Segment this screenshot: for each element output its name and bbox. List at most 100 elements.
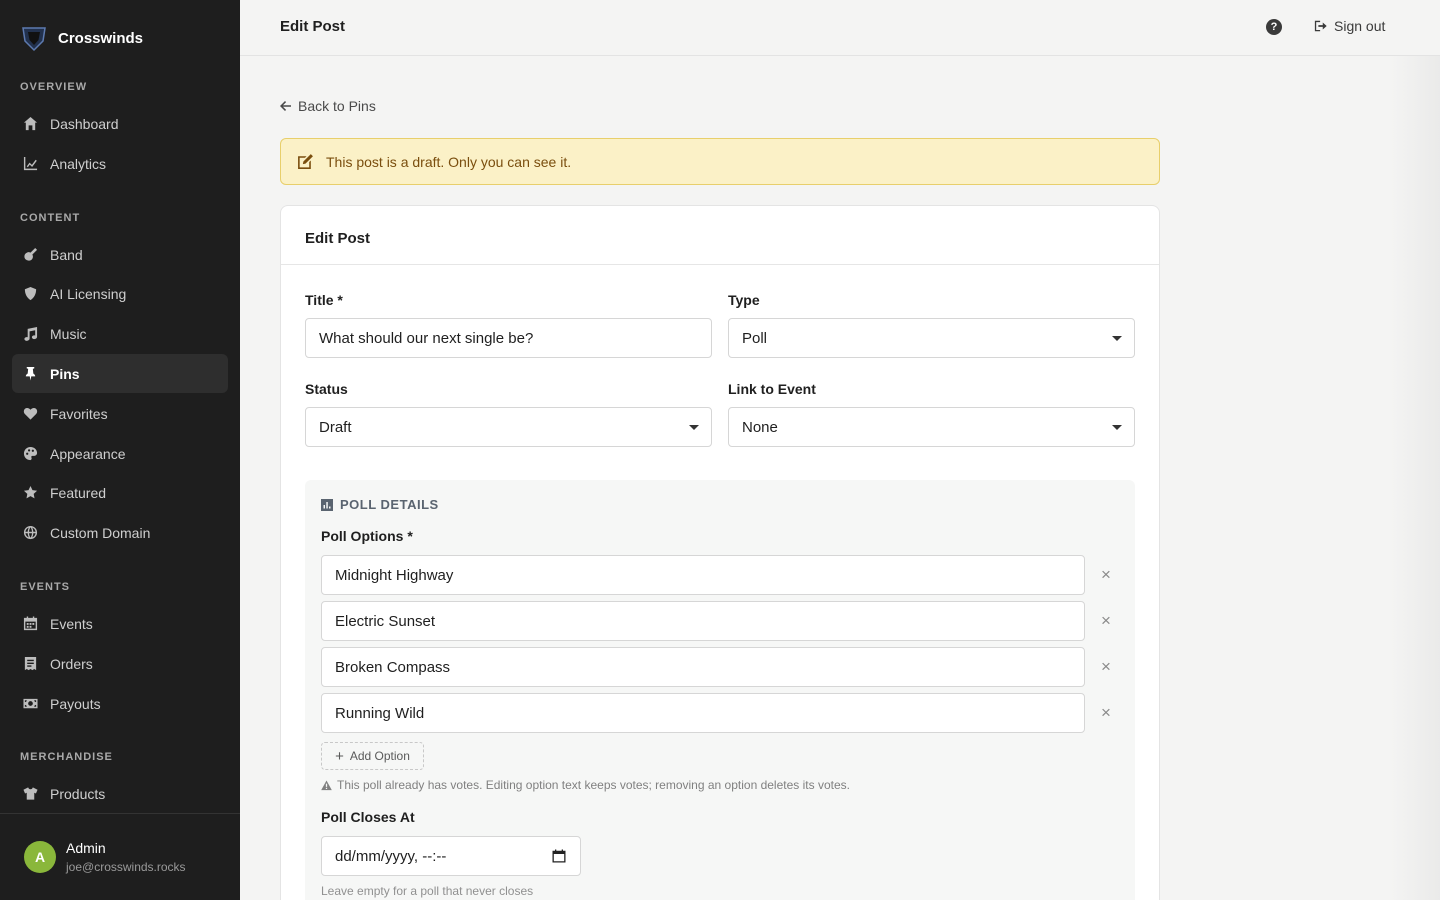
palette-icon xyxy=(22,446,38,462)
caret-down-icon xyxy=(689,425,699,430)
title-value: What should our next single be? xyxy=(319,329,534,347)
music-icon xyxy=(22,326,38,342)
poll-closes-input[interactable]: dd/mm/yyyy, --:-- xyxy=(321,836,581,876)
calendar-icon[interactable] xyxy=(552,849,566,863)
sign-out-label: Sign out xyxy=(1334,18,1386,34)
poll-details-panel: POLL DETAILS Poll Options * Midnight Hig… xyxy=(305,480,1135,900)
poll-option-value: Broken Compass xyxy=(335,658,451,676)
remove-option-button[interactable]: × xyxy=(1097,703,1115,722)
poll-option-value: Running Wild xyxy=(335,704,425,722)
edit-post-card: Edit Post Title * What should our next s… xyxy=(280,205,1160,900)
poll-option-value: Electric Sunset xyxy=(335,612,436,630)
brand[interactable]: Crosswinds xyxy=(20,24,143,52)
sidebar-item-band[interactable]: Band xyxy=(12,235,228,274)
back-link-label: Back to Pins xyxy=(298,98,376,114)
help-icon[interactable]: ? xyxy=(1266,19,1282,35)
poll-option-input[interactable]: Running Wild xyxy=(321,693,1085,733)
type-select[interactable]: Poll xyxy=(728,318,1135,358)
sidebar-item-pins[interactable]: Pins xyxy=(12,354,228,393)
shield-icon xyxy=(22,286,38,302)
star-icon xyxy=(22,485,38,501)
sidebar-item-favorites[interactable]: Favorites xyxy=(12,394,228,433)
poll-option-input[interactable]: Broken Compass xyxy=(321,647,1085,687)
sidebar-item-payouts[interactable]: Payouts xyxy=(12,684,228,723)
sidebar-item-label: Band xyxy=(50,246,83,263)
sidebar-item-label: Favorites xyxy=(50,405,108,422)
user-profile[interactable]: A Admin joe@crosswinds.rocks xyxy=(0,813,240,900)
draft-banner-text: This post is a draft. Only you can see i… xyxy=(326,153,572,170)
user-email: joe@crosswinds.rocks xyxy=(66,860,186,874)
sidebar-item-label: Analytics xyxy=(50,155,107,172)
topbar: Edit Post ? Sign out xyxy=(240,0,1440,56)
user-name: Admin xyxy=(66,840,106,856)
warning-icon xyxy=(321,779,332,790)
sidebar-item-dashboard[interactable]: Dashboard xyxy=(12,104,228,143)
title-input[interactable]: What should our next single be? xyxy=(305,318,712,358)
sidebar-item-custom-domain[interactable]: Custom Domain xyxy=(12,513,228,552)
poll-icon xyxy=(321,498,333,511)
home-icon xyxy=(22,116,38,132)
caret-down-icon xyxy=(1112,425,1122,430)
card-title: Edit Post xyxy=(281,206,1159,265)
avatar: A xyxy=(24,841,56,873)
poll-heading-text: POLL DETAILS xyxy=(340,497,439,512)
type-value: Poll xyxy=(742,329,768,347)
logo-icon xyxy=(22,27,46,52)
sidebar-item-label: Pins xyxy=(50,365,80,382)
brand-name: Crosswinds xyxy=(58,29,144,47)
arrow-left-icon xyxy=(280,101,291,111)
sidebar-item-label: Music xyxy=(50,325,87,342)
section-overview: OVERVIEW xyxy=(20,81,88,93)
remove-option-button[interactable]: × xyxy=(1097,657,1115,676)
draft-banner: This post is a draft. Only you can see i… xyxy=(280,138,1160,185)
add-option-label: Add Option xyxy=(349,749,410,763)
sidebar-item-music[interactable]: Music xyxy=(12,314,228,353)
sidebar-item-appearance[interactable]: Appearance xyxy=(12,434,228,473)
section-events: EVENTS xyxy=(20,581,71,593)
sign-out-button[interactable]: Sign out xyxy=(1314,18,1385,34)
heart-icon xyxy=(22,406,38,422)
caret-down-icon xyxy=(1112,336,1122,341)
sidebar-item-label: Featured xyxy=(50,484,107,501)
shirt-icon xyxy=(22,786,38,802)
remove-option-button[interactable]: × xyxy=(1097,565,1115,584)
sidebar-item-orders[interactable]: Orders xyxy=(12,644,228,683)
money-icon xyxy=(22,696,38,712)
poll-closes-placeholder: dd/mm/yyyy, --:-- xyxy=(335,847,447,865)
sidebar-item-featured[interactable]: Featured xyxy=(12,473,228,512)
sidebar-item-label: Appearance xyxy=(50,445,126,462)
section-merchandise: MERCHANDISE xyxy=(20,751,113,763)
sidebar-item-ai-licensing[interactable]: AI Licensing xyxy=(12,274,228,313)
link-event-select[interactable]: None xyxy=(728,407,1135,447)
add-option-button[interactable]: + Add Option xyxy=(321,742,424,770)
section-content: CONTENT xyxy=(20,212,81,224)
poll-details-heading: POLL DETAILS xyxy=(321,497,439,512)
pin-icon xyxy=(22,366,38,382)
status-value: Draft xyxy=(319,418,352,436)
chart-line-icon xyxy=(22,156,38,172)
remove-option-button[interactable]: × xyxy=(1097,611,1115,630)
poll-option-input[interactable]: Midnight Highway xyxy=(321,555,1085,595)
sidebar-item-products[interactable]: Products xyxy=(12,774,228,813)
globe-icon xyxy=(22,525,38,541)
poll-closes-hint: Leave empty for a poll that never closes xyxy=(321,884,534,898)
plus-icon: + xyxy=(335,747,344,765)
poll-warning: This poll already has votes. Editing opt… xyxy=(321,778,850,792)
back-to-pins-link[interactable]: Back to Pins xyxy=(280,98,376,114)
sidebar-item-events[interactable]: Events xyxy=(12,604,228,643)
title-label: Title * xyxy=(305,292,343,308)
poll-closes-label: Poll Closes At xyxy=(321,809,415,825)
sidebar-item-label: Custom Domain xyxy=(50,524,151,541)
sidebar-item-analytics[interactable]: Analytics xyxy=(12,144,228,183)
link-event-label: Link to Event xyxy=(728,381,816,397)
poll-option-input[interactable]: Electric Sunset xyxy=(321,601,1085,641)
sidebar-item-label: Dashboard xyxy=(50,115,119,132)
status-select[interactable]: Draft xyxy=(305,407,712,447)
sidebar-item-label: Events xyxy=(50,615,93,632)
status-label: Status xyxy=(305,381,348,397)
poll-option-value: Midnight Highway xyxy=(335,566,454,584)
guitar-icon xyxy=(22,247,38,263)
calendar-icon xyxy=(22,616,38,632)
scroll-shadow xyxy=(1390,56,1440,900)
poll-warning-text: This poll already has votes. Editing opt… xyxy=(337,778,850,792)
